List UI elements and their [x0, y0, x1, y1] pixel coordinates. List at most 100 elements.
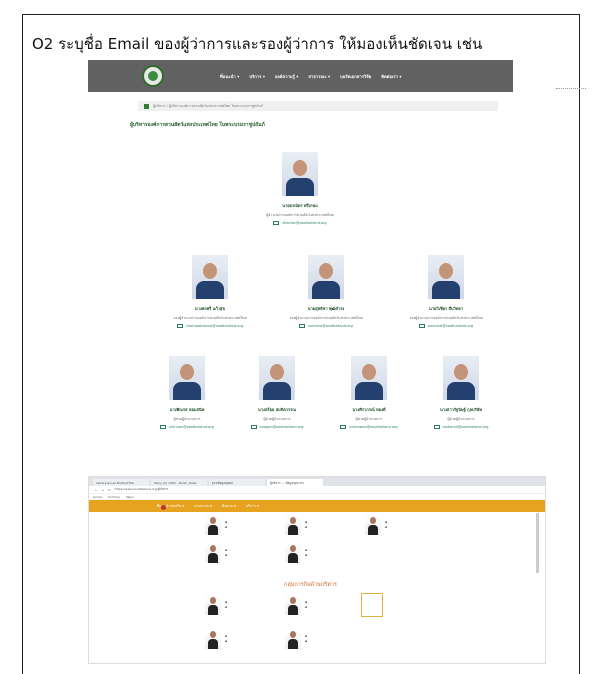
staff-text: ▪ ▪ [305, 548, 308, 557]
forward-icon[interactable]: → [102, 488, 105, 492]
home-icon[interactable] [144, 103, 149, 109]
executive-name: นายธรณัตร ศรีเกษม [282, 203, 318, 208]
executive-card: นางสร้อย สมจิตวรรณ ผู้ช่วยผู้อำนวยการ bu… [232, 356, 322, 429]
menu-item[interactable]: ติดต่อเรา ▾ [381, 73, 401, 80]
executive-email[interactable]: director@zoothailand.org [273, 221, 327, 225]
executive-photo [428, 255, 464, 299]
browser-tab[interactable]: ผู้บริหาร — ข้อมูลบุคลากร [267, 479, 323, 486]
browser-tab[interactable]: ฐานข้อมูลบุคคล [209, 479, 265, 486]
staff-photo [285, 543, 301, 563]
breadcrumb: ผู้บริหาร / ผู้บริหารองค์การสวนสัตว์แห่ง… [138, 101, 498, 111]
staff-card: ▪ ▪ [205, 543, 227, 563]
mail-icon [176, 324, 183, 328]
scrollbar[interactable] [536, 513, 539, 573]
executive-role: รองผู้อำนวยการองค์การสวนสัตว์แห่งประเทศไ… [289, 316, 363, 320]
executive-photo [351, 356, 387, 400]
executive-photo [259, 356, 295, 400]
executive-name: นายสุทธิชา พุฒิดำรง [307, 306, 345, 311]
photo-placeholder [361, 593, 383, 617]
executive-name: นางสาวรัฐนิษฐ์ กุลบริษัท [439, 407, 483, 412]
staff-photo [285, 595, 301, 615]
executive-email[interactable]: buagen@zoothailand.org [250, 425, 303, 429]
executive-email[interactable]: rostlandi@zoothailand.org [433, 425, 488, 429]
staff-text: ▪ ▪ [225, 600, 228, 609]
executive-card: นายวิเชียร สืบวิทยา รองผู้อำนวยการองค์กา… [398, 255, 494, 328]
menu-item[interactable]: บอร์ดเอกสารวิจัย [340, 73, 371, 80]
executive-role: รองผู้อำนวยการองค์การสวนสัตว์แห่งประเทศไ… [173, 316, 247, 320]
executive-photo [282, 152, 318, 196]
staff-photo [365, 515, 381, 535]
browser-screenshot: Library.ipu.ac.th/ZooTHAI Story (1) 1203… [88, 476, 546, 664]
bookmark[interactable]: Gmail [93, 495, 102, 499]
executive-role: ผู้ช่วยผู้อำนวยการ [447, 417, 475, 421]
bookmark[interactable]: Maps [126, 495, 134, 499]
executive-role: ผู้ช่วยผู้อำนวยการ [263, 417, 291, 421]
breadcrumb-text[interactable]: ผู้บริหาร / ผู้บริหารองค์การสวนสัตว์แห่ง… [153, 103, 263, 109]
instruction-heading: O2 ระบุชื่อ Email ของผู้ว่าการและรองผู้ว… [32, 35, 483, 53]
browser-tab[interactable]: Story (1) 1203 - Zoom_Hubs [151, 479, 207, 486]
staff-photo [205, 629, 221, 649]
staff-card: ▪ ▪ [285, 595, 307, 615]
executive-role: รองผู้อำนวยการองค์การสวนสัตว์แห่งประเทศไ… [409, 316, 483, 320]
staff-card: ▪ ▪ [285, 515, 307, 535]
executive-role: ผู้ช่วยผู้อำนวยการ [173, 417, 201, 421]
executive-photo [192, 255, 228, 299]
site-logo-icon [161, 505, 166, 510]
executive-name: นางศิราภรณ์ ทองดี [352, 407, 386, 412]
menu-item[interactable]: ติดตาม ▾ [222, 503, 236, 509]
executive-email[interactable]: chompatdonno@zoothailand.org [176, 324, 243, 328]
staff-card: ▪ ▪ [205, 515, 227, 535]
staff-text: ▪ ▪ [225, 548, 228, 557]
executive-role: ผู้ช่วยผู้อำนวยการ [355, 417, 383, 421]
staff-card: ▪ ▪ [285, 629, 307, 649]
executive-name: นางพิณรส หอมสนิท [169, 407, 205, 412]
executive-card: นางพรศรี แก้วสุข รองผู้อำนวยการองค์การสว… [162, 255, 258, 328]
mail-icon [299, 324, 306, 328]
menu-item[interactable]: บริการ ▾ [249, 73, 265, 80]
menu-item[interactable]: องค์ความรู้ ▾ [275, 73, 298, 80]
reload-icon[interactable]: ⟳ [108, 488, 111, 492]
menu-item[interactable]: ที่แนะนำ ▾ [220, 73, 239, 80]
browser-tab[interactable]: Library.ipu.ac.th/ZooTHAI [93, 479, 149, 486]
executives-page-screenshot: ที่แนะนำ ▾ บริการ ▾ องค์ความรู้ ▾ สาธารณ… [88, 60, 513, 456]
back-icon[interactable]: ← [95, 488, 98, 492]
site-menu: ที่แนะนำ ▾ บริการ ▾ องค์ความรู้ ▾ สาธารณ… [220, 73, 401, 80]
executive-name: นางสร้อย สมจิตวรรณ [258, 407, 296, 412]
url-text[interactable]: https://www.zoothailand.org/ผู้บริหาร [115, 487, 169, 492]
staff-text: ▪ ▪ [305, 520, 308, 529]
staff-card: ▪ ▪ [205, 595, 227, 615]
menu-item[interactable]: สาธารณะ ▾ [308, 73, 330, 80]
executive-card: นายธรณัตร ศรีเกษม ผู้อำนวยการองค์การสวนส… [260, 152, 340, 225]
executive-email[interactable]: sumana@zoothailand.org [299, 324, 353, 328]
zoo-logo-icon [142, 65, 164, 87]
mail-icon [340, 425, 347, 429]
executive-name: นายวิเชียร สืบวิทยา [429, 306, 463, 311]
executive-card: นายสุทธิชา พุฒิดำรง รองผู้อำนวยการองค์กา… [278, 255, 374, 328]
mail-icon [418, 324, 425, 328]
staff-photo [285, 515, 301, 535]
staff-text: ▪ ▪ [225, 634, 228, 643]
executive-card: นางพิณรส หอมสนิท ผู้ช่วยผู้อำนวยการ siri… [142, 356, 232, 429]
bookmark[interactable]: YouTube [108, 495, 120, 499]
section-title: กลุ่มการกิจด้านบริหาร [284, 582, 337, 588]
staff-text: ▪ ▪ [225, 520, 228, 529]
executive-email[interactable]: sirinuan@zoothailand.org [160, 425, 214, 429]
staff-card: ▪ ▪ [205, 629, 227, 649]
site-navbar: ที่แนะนำส่งเสริม ▾ ผ่านระบบ ▾ ติดตาม ▾ บ… [89, 500, 545, 512]
menu-item[interactable]: ผ่านระบบ ▾ [194, 503, 211, 509]
staff-photo [285, 629, 301, 649]
browser-tabs: Library.ipu.ac.th/ZooTHAI Story (1) 1203… [89, 477, 545, 486]
executive-email[interactable]: primawan@zoothailand.org [340, 425, 398, 429]
mail-icon [273, 221, 280, 225]
mail-icon [250, 425, 257, 429]
staff-photo [205, 515, 221, 535]
executive-email[interactable]: wanchai@zoothailand.org [418, 324, 473, 328]
executive-photo [443, 356, 479, 400]
executive-name: นางพรศรี แก้วสุข [194, 306, 226, 311]
address-bar[interactable]: ← → ⟳ https://www.zoothailand.org/ผู้บริ… [89, 486, 545, 494]
staff-card: ▪ ▪ [365, 515, 387, 535]
executive-photo [169, 356, 205, 400]
mail-icon [433, 425, 440, 429]
staff-card: ▪ ▪ [285, 543, 307, 563]
menu-item[interactable]: บริการ ▾ [246, 503, 259, 509]
